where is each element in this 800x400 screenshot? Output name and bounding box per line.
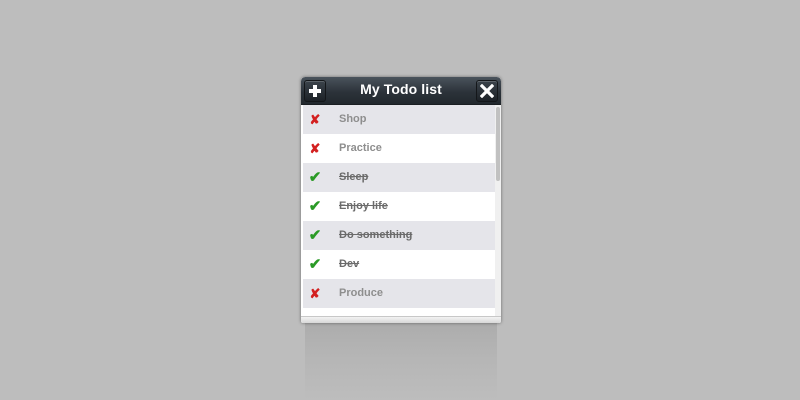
cross-icon[interactable]: ✘ <box>308 279 322 308</box>
window-title: My Todo list <box>360 81 442 97</box>
todo-label: Enjoy life <box>339 200 388 212</box>
todo-item[interactable]: ✘ Practice <box>303 134 495 163</box>
todo-label: Sleep <box>339 171 369 183</box>
check-icon[interactable]: ✔ <box>308 192 322 221</box>
cross-icon[interactable]: ✘ <box>308 134 322 163</box>
todo-item[interactable]: ✔ Do something <box>303 221 495 250</box>
scrollbar-thumb[interactable] <box>496 107 500 181</box>
todo-item[interactable]: ✘ Produce <box>303 279 495 308</box>
widget-reflection <box>305 322 497 400</box>
check-icon[interactable]: ✔ <box>308 221 322 250</box>
stage: My Todo list ✘ Shop ✘ Practice ✔ Sleep ✔ <box>0 0 800 400</box>
todo-label: Produce <box>339 287 384 299</box>
widget-bottom-edge <box>301 316 501 323</box>
close-button[interactable] <box>476 80 498 102</box>
check-icon[interactable]: ✔ <box>308 163 322 192</box>
todo-widget: My Todo list ✘ Shop ✘ Practice ✔ Sleep ✔ <box>301 77 501 323</box>
close-icon <box>480 84 494 98</box>
todo-label: Dev <box>339 258 360 270</box>
todo-item[interactable]: ✔ Sleep <box>303 163 495 192</box>
check-icon[interactable]: ✔ <box>308 250 322 279</box>
cross-icon[interactable]: ✘ <box>308 105 322 134</box>
todo-label: Do something <box>339 229 413 241</box>
todo-list: ✘ Shop ✘ Practice ✔ Sleep ✔ Enjoy life ✔… <box>303 105 495 317</box>
todo-item[interactable]: ✘ Shop <box>303 105 495 134</box>
title-bar: My Todo list <box>301 77 501 105</box>
list-scrollbar[interactable] <box>495 105 501 317</box>
todo-label: Shop <box>339 113 367 125</box>
todo-item[interactable]: ✔ Dev <box>303 250 495 279</box>
todo-item[interactable]: ✔ Enjoy life <box>303 192 495 221</box>
todo-label: Practice <box>339 142 382 154</box>
